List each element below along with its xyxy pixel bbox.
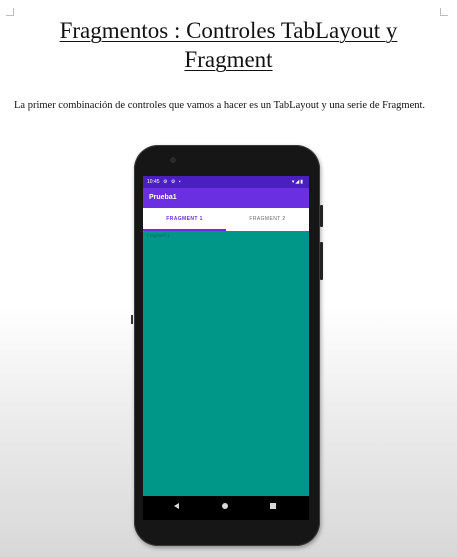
tab-selected-indicator (143, 229, 226, 231)
title-line-1: Fragmentos : Controles TabLayout y (59, 18, 398, 43)
tab-layout: FRAGMENT 1 FRAGMENT 2 (143, 208, 309, 231)
text-cursor-icon (131, 315, 133, 324)
app-title: Prueba1 (149, 194, 177, 201)
home-icon[interactable] (222, 503, 228, 509)
phone-screen: 10:45 ⚙ ⚙ ▪ ▾◢▮ Prueba1 FRAGMENT 1 FRAGM… (143, 176, 309, 496)
tab-fragment-1[interactable]: FRAGMENT 1 (143, 208, 226, 231)
page-title: Fragmentos : Controles TabLayout y Fragm… (0, 16, 457, 74)
phone-power-button (320, 205, 323, 227)
tab-fragment-2[interactable]: FRAGMENT 2 (226, 208, 309, 231)
intro-paragraph: La primer combinación de controles que v… (14, 100, 426, 111)
page-corner-mark-right (440, 8, 448, 16)
status-system-icons: ▾◢▮ (291, 179, 304, 185)
phone-volume-button (320, 242, 323, 280)
page-corner-mark-left (6, 8, 14, 16)
app-bar: Prueba1 (143, 188, 309, 208)
android-status-bar: 10:45 ⚙ ⚙ ▪ ▾◢▮ (143, 176, 309, 188)
status-time: 10:45 (147, 179, 160, 185)
status-notification-icons: ⚙ ⚙ ▪ (163, 179, 182, 185)
title-line-2: Fragment (184, 47, 273, 72)
phone-camera (170, 157, 176, 163)
fragment-content-text: Fragment 1 (147, 233, 171, 238)
back-icon[interactable] (174, 503, 179, 509)
recents-icon[interactable] (270, 503, 276, 509)
